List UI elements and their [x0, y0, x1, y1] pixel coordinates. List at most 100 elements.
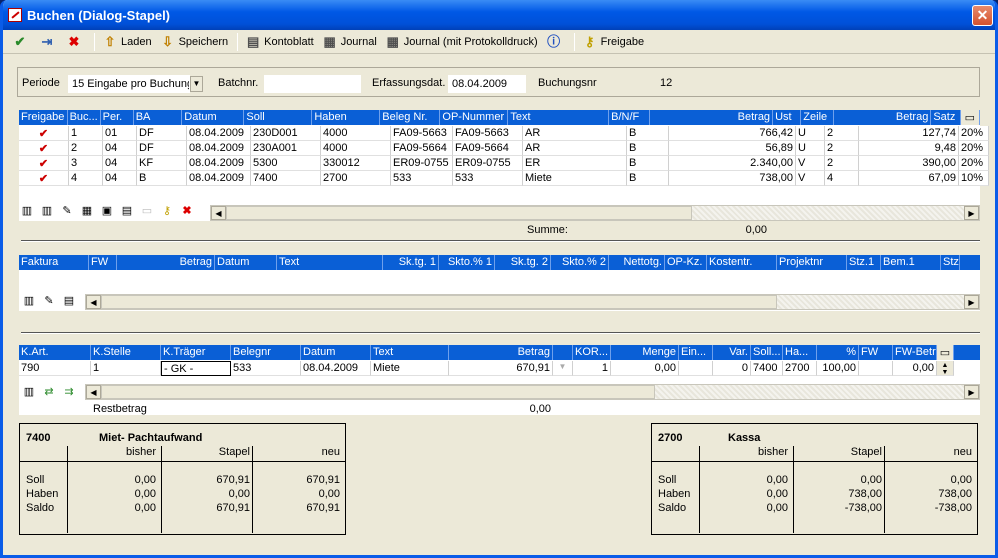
table-row[interactable]: 790 1- GK -533 08.04.2009 Miete 670,91 ▼ 1 0,00… — [19, 361, 954, 376]
column-header[interactable]: Soll — [244, 110, 313, 125]
column-header[interactable]: K.Stelle — [91, 345, 161, 360]
column-header[interactable]: Betrag — [117, 255, 215, 270]
grid-add-icon[interactable]: ▥ — [19, 203, 35, 219]
exit-button[interactable]: ⇥ — [36, 31, 61, 53]
grid-add-icon[interactable]: ▥ — [21, 293, 37, 309]
column-header[interactable]: Datum — [301, 345, 371, 360]
booking-grid-hscroll[interactable]: ◀ ▶ — [210, 205, 980, 221]
splitter[interactable] — [21, 240, 980, 242]
grid-edit-icon[interactable]: ✎ — [59, 203, 75, 219]
column-header[interactable]: Var. — [713, 345, 751, 360]
faktura-grid-hscroll[interactable]: ◀ ▶ — [85, 294, 980, 310]
column-header[interactable]: K.Art. — [19, 345, 91, 360]
grid-view-icon[interactable]: ▤ — [61, 293, 77, 309]
scroll-left-icon[interactable]: ◀ — [86, 295, 101, 309]
column-header[interactable]: Skto.% 2 — [551, 255, 609, 270]
grid-add-icon[interactable]: ▥ — [21, 384, 37, 400]
scroll-left-icon[interactable]: ◀ — [86, 385, 101, 399]
column-header[interactable]: Text — [371, 345, 449, 360]
table-row[interactable]: ✔ 3 04 KF 08.04.2009 5300 330012 ER09-0755 ER09-… — [19, 156, 989, 171]
grid-insert-icon[interactable]: ▥ — [39, 203, 55, 219]
grid-tree-icon[interactable]: ⇉ — [61, 384, 77, 400]
column-chooser-icon[interactable]: ▭ — [960, 110, 981, 125]
scroll-left-icon[interactable]: ◀ — [211, 206, 226, 220]
table-row[interactable]: ✔ 2 04 DF 08.04.2009 230A001 4000 FA09-5664 FA09… — [19, 141, 989, 156]
table-row[interactable]: ✔ 4 04 B 08.04.2009 7400 2700 533 533 Miete B 738,0… — [19, 171, 989, 186]
ktraeger-input[interactable]: - GK - — [161, 361, 231, 376]
column-header[interactable]: Betrag — [834, 110, 932, 125]
cancel-button[interactable]: ✖ — [63, 31, 88, 53]
periode-select[interactable]: 15 Eingabe pro Buchung — [68, 75, 190, 93]
grid-edit-icon[interactable]: ✎ — [41, 293, 57, 309]
journal-button[interactable]: ▦ Journal — [319, 31, 380, 53]
column-header[interactable]: Per. — [101, 110, 134, 125]
scroll-right-icon[interactable]: ▶ — [964, 385, 979, 399]
column-chooser-icon[interactable]: ▭ — [937, 345, 954, 360]
column-header[interactable]: Nettotg. — [609, 255, 665, 270]
column-header[interactable]: Zeile — [801, 110, 835, 125]
column-header[interactable]: Bem.1 — [881, 255, 941, 270]
kostenrechnung-grid-hscroll[interactable]: ◀ ▶ — [85, 384, 980, 400]
column-header[interactable]: % — [817, 345, 859, 360]
journal-proto-button[interactable]: ▦ Journal (mit Protokolldruck) — [382, 31, 541, 53]
column-header[interactable]: OP-Nummer — [440, 110, 509, 125]
column-header[interactable]: Freigabe — [19, 110, 68, 125]
info-button[interactable]: ⓘ — [543, 31, 568, 53]
column-header[interactable]: Menge — [611, 345, 679, 360]
column-header[interactable]: Ha... — [783, 345, 817, 360]
freigabe-checkbox[interactable]: ✔ — [19, 156, 69, 171]
column-header[interactable]: FW — [89, 255, 117, 270]
column-header[interactable]: K.Träger — [161, 345, 231, 360]
scroll-right-icon[interactable]: ▶ — [964, 206, 979, 220]
column-header[interactable]: Ust — [773, 110, 802, 125]
scroll-thumb[interactable] — [101, 385, 655, 399]
column-header[interactable]: Soll... — [751, 345, 783, 360]
erfassung-input[interactable]: 08.04.2009 — [448, 75, 526, 93]
column-header[interactable]: Stz.1 — [847, 255, 881, 270]
column-header[interactable]: Sk.tg. 2 — [495, 255, 551, 270]
column-header[interactable]: Satz — [931, 110, 961, 125]
column-header[interactable]: FW-Betr — [893, 345, 937, 360]
column-header[interactable]: Datum — [215, 255, 277, 270]
column-header[interactable]: OP-Kz. — [665, 255, 707, 270]
column-header[interactable]: B/N/F — [609, 110, 650, 125]
grid-split-icon[interactable]: ⇄ — [41, 384, 57, 400]
column-header[interactable]: Text — [508, 110, 610, 125]
freigabe-checkbox[interactable]: ✔ — [19, 126, 69, 141]
column-header[interactable]: KOR... — [573, 345, 611, 360]
spin-buttons[interactable]: ▲ ▼ — [937, 361, 954, 376]
column-header[interactable]: Sk.tg. 1 — [383, 255, 439, 270]
column-header[interactable]: Kostentr. — [707, 255, 777, 270]
batch-input[interactable] — [264, 75, 361, 93]
freigabe-button[interactable]: ⚷ Freigabe — [579, 31, 647, 53]
grid-copy-icon[interactable]: ▣ — [99, 203, 115, 219]
column-header[interactable]: Betrag — [650, 110, 774, 125]
calendar-icon[interactable]: ▦ — [79, 203, 95, 219]
kontoblatt-button[interactable]: ▤ Kontoblatt — [242, 31, 317, 53]
column-header[interactable]: Beleg Nr. — [380, 110, 441, 125]
column-header[interactable]: Faktura — [19, 255, 89, 270]
scroll-thumb[interactable] — [226, 206, 692, 220]
column-header[interactable]: Belegnr — [231, 345, 301, 360]
column-header[interactable]: Datum — [182, 110, 245, 125]
column-header[interactable]: Projektnr — [777, 255, 847, 270]
column-header[interactable] — [553, 345, 573, 360]
scroll-thumb[interactable] — [101, 295, 777, 309]
column-header[interactable]: Haben — [312, 110, 381, 125]
delete-icon[interactable]: ✖ — [179, 203, 195, 219]
grid-view-icon[interactable]: ▤ — [119, 203, 135, 219]
speichern-button[interactable]: ⇩ Speichern — [157, 31, 232, 53]
table-row[interactable]: ✔ 1 01 DF 08.04.2009 230D001 4000 FA09-5663 FA09… — [19, 126, 989, 141]
column-header[interactable]: Text — [277, 255, 383, 270]
column-header[interactable]: Ein... — [679, 345, 713, 360]
freigabe-checkbox[interactable]: ✔ — [19, 141, 69, 156]
ok-button[interactable]: ✔ — [9, 31, 34, 53]
booking-grid[interactable]: Freigabe Buc... Per. BA Datum Soll Haben Beleg … — [19, 110, 989, 203]
freigabe-checkbox[interactable]: ✔ — [19, 171, 69, 186]
chevron-down-icon[interactable]: ▼ — [190, 76, 203, 92]
column-header[interactable]: Buc... — [68, 110, 101, 125]
splitter[interactable] — [21, 332, 980, 334]
column-header[interactable]: FW — [859, 345, 893, 360]
close-button[interactable]: ✕ — [972, 5, 993, 26]
column-header[interactable]: Stz — [941, 255, 960, 270]
